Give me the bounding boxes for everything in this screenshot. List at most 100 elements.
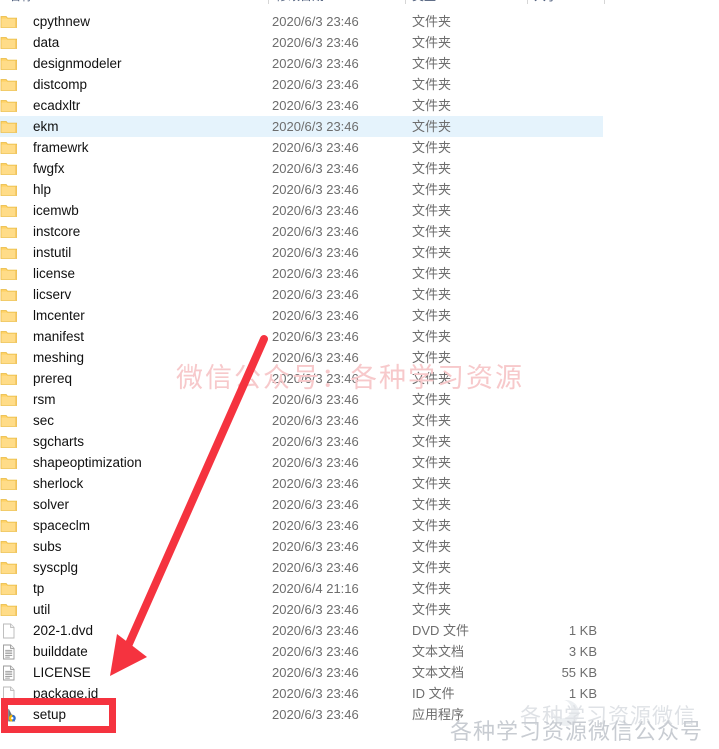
column-divider-3[interactable] <box>527 0 528 4</box>
file-date-cell: 2020/6/3 23:46 <box>272 434 359 449</box>
file-date-cell: 2020/6/3 23:46 <box>272 644 359 659</box>
file-name-cell[interactable]: rsm <box>9 389 56 410</box>
table-row[interactable]: subs 2020/6/3 23:46 文件夹 <box>0 536 603 557</box>
column-divider-2[interactable] <box>405 0 406 4</box>
table-row[interactable]: cpythnew 2020/6/3 23:46 文件夹 <box>0 11 603 32</box>
file-name-cell[interactable]: spaceclm <box>9 515 90 536</box>
column-divider-4[interactable] <box>604 0 605 4</box>
file-name-cell[interactable]: sec <box>9 410 54 431</box>
file-name-cell[interactable]: lmcenter <box>9 305 85 326</box>
file-date-cell: 2020/6/3 23:46 <box>272 602 359 617</box>
file-name-cell[interactable]: tp <box>9 578 44 599</box>
table-row[interactable]: tp 2020/6/4 21:16 文件夹 <box>0 578 603 599</box>
file-size-cell <box>470 389 597 410</box>
file-name-cell[interactable]: framewrk <box>9 137 89 158</box>
column-header-size[interactable]: 大小 <box>534 0 594 6</box>
file-date-cell: 2020/6/3 23:46 <box>272 560 359 575</box>
table-row[interactable]: lmcenter 2020/6/3 23:46 文件夹 <box>0 305 603 326</box>
file-name-cell[interactable]: builddate <box>9 641 88 662</box>
file-name-cell[interactable]: fwgfx <box>9 158 65 179</box>
table-row[interactable]: prereq 2020/6/3 23:46 文件夹 <box>0 368 603 389</box>
file-name-cell[interactable]: syscplg <box>9 557 78 578</box>
file-name-cell[interactable]: manifest <box>9 326 84 347</box>
column-divider-1[interactable] <box>268 0 269 4</box>
file-type-cell: 文件夹 <box>412 119 452 134</box>
file-type-cell: 文本文档 <box>412 665 465 680</box>
table-row[interactable]: meshing 2020/6/3 23:46 文件夹 <box>0 347 603 368</box>
file-name-cell[interactable]: hlp <box>9 179 51 200</box>
table-row[interactable]: spaceclm 2020/6/3 23:46 文件夹 <box>0 515 603 536</box>
table-row[interactable]: ekm 2020/6/3 23:46 文件夹 <box>0 116 603 137</box>
file-size-cell <box>470 431 597 452</box>
file-size-cell <box>470 158 597 179</box>
file-date-cell: 2020/6/3 23:46 <box>272 35 359 50</box>
table-row[interactable]: manifest 2020/6/3 23:46 文件夹 <box>0 326 603 347</box>
file-date-cell: 2020/6/3 23:46 <box>272 476 359 491</box>
table-row[interactable]: rsm 2020/6/3 23:46 文件夹 <box>0 389 603 410</box>
table-row[interactable]: framewrk 2020/6/3 23:46 文件夹 <box>0 137 603 158</box>
table-row[interactable]: solver 2020/6/3 23:46 文件夹 <box>0 494 603 515</box>
file-name-cell[interactable]: LICENSE <box>9 662 91 683</box>
file-name-cell[interactable]: shapeoptimization <box>9 452 142 473</box>
file-type-cell: 文件夹 <box>412 371 452 386</box>
file-name-cell[interactable]: prereq <box>9 368 72 389</box>
file-size-cell <box>470 515 597 536</box>
file-name-cell[interactable]: sherlock <box>9 473 83 494</box>
file-name-cell[interactable]: icemwb <box>9 200 79 221</box>
table-row[interactable]: license 2020/6/3 23:46 文件夹 <box>0 263 603 284</box>
file-date-cell: 2020/6/3 23:46 <box>272 140 359 155</box>
table-row[interactable]: icemwb 2020/6/3 23:46 文件夹 <box>0 200 603 221</box>
file-date-cell: 2020/6/3 23:46 <box>272 119 359 134</box>
file-type-cell: 文件夹 <box>412 392 452 407</box>
table-row[interactable]: sgcharts 2020/6/3 23:46 文件夹 <box>0 431 603 452</box>
file-date-cell: 2020/6/3 23:46 <box>272 98 359 113</box>
table-row[interactable]: syscplg 2020/6/3 23:46 文件夹 <box>0 557 603 578</box>
file-name-cell[interactable]: instcore <box>9 221 80 242</box>
file-name-cell[interactable]: cpythnew <box>9 11 90 32</box>
file-date-cell: 2020/6/3 23:46 <box>272 539 359 554</box>
file-name-cell[interactable]: sgcharts <box>9 431 84 452</box>
table-row[interactable]: ecadxltr 2020/6/3 23:46 文件夹 <box>0 95 603 116</box>
file-name-cell[interactable]: licserv <box>9 284 71 305</box>
file-name-cell[interactable]: distcomp <box>9 74 87 95</box>
column-header-type[interactable]: 类型 <box>412 0 512 6</box>
table-row[interactable]: hlp 2020/6/3 23:46 文件夹 <box>0 179 603 200</box>
table-row[interactable]: shapeoptimization 2020/6/3 23:46 文件夹 <box>0 452 603 473</box>
file-type-cell: 文件夹 <box>412 476 452 491</box>
file-name-cell[interactable]: subs <box>9 536 62 557</box>
table-row[interactable]: sherlock 2020/6/3 23:46 文件夹 <box>0 473 603 494</box>
column-header-date[interactable]: 修改日期 <box>276 0 396 6</box>
file-type-cell: 文件夹 <box>412 56 452 71</box>
file-size-cell <box>470 347 597 368</box>
file-list-view[interactable]: 名称 修改日期 类型 大小 cpythnew2020/6/3 23:46文件夹d… <box>0 0 719 749</box>
file-size-cell <box>470 578 597 599</box>
column-header-name[interactable]: 名称 <box>9 0 259 6</box>
table-row[interactable]: designmodeler 2020/6/3 23:46 文件夹 <box>0 53 603 74</box>
file-name-cell[interactable]: license <box>9 263 75 284</box>
table-row[interactable]: instutil 2020/6/3 23:46 文件夹 <box>0 242 603 263</box>
table-row[interactable]: licserv 2020/6/3 23:46 文件夹 <box>0 284 603 305</box>
table-row[interactable]: util 2020/6/3 23:46 文件夹 <box>0 599 603 620</box>
file-name-cell[interactable]: data <box>9 32 59 53</box>
file-name-cell[interactable]: solver <box>9 494 69 515</box>
file-name-cell[interactable]: designmodeler <box>9 53 122 74</box>
table-row[interactable]: 202-1.dvd 2020/6/3 23:46 DVD 文件 1 KB <box>0 620 603 641</box>
file-name-cell[interactable]: ecadxltr <box>9 95 80 116</box>
table-row[interactable]: sec 2020/6/3 23:46 文件夹 <box>0 410 603 431</box>
table-row[interactable]: distcomp 2020/6/3 23:46 文件夹 <box>0 74 603 95</box>
file-name-cell[interactable]: instutil <box>9 242 71 263</box>
file-type-cell: 文件夹 <box>412 98 452 113</box>
file-name-cell[interactable]: meshing <box>9 347 84 368</box>
file-size-cell <box>470 137 597 158</box>
table-row[interactable]: data 2020/6/3 23:46 文件夹 <box>0 32 603 53</box>
file-name-cell[interactable]: ekm <box>9 116 59 137</box>
column-header-row[interactable]: 名称 修改日期 类型 大小 <box>0 0 719 6</box>
table-row[interactable]: builddate 2020/6/3 23:46 文本文档 3 KB <box>0 641 603 662</box>
file-date-cell: 2020/6/4 21:16 <box>272 581 359 596</box>
table-row[interactable]: instcore 2020/6/3 23:46 文件夹 <box>0 221 603 242</box>
table-row[interactable]: fwgfx 2020/6/3 23:46 文件夹 <box>0 158 603 179</box>
file-name-cell[interactable]: util <box>9 599 50 620</box>
table-row[interactable]: LICENSE 2020/6/3 23:46 文本文档 55 KB <box>0 662 603 683</box>
file-name-cell[interactable]: 202-1.dvd <box>9 620 93 641</box>
file-size-cell <box>470 179 597 200</box>
